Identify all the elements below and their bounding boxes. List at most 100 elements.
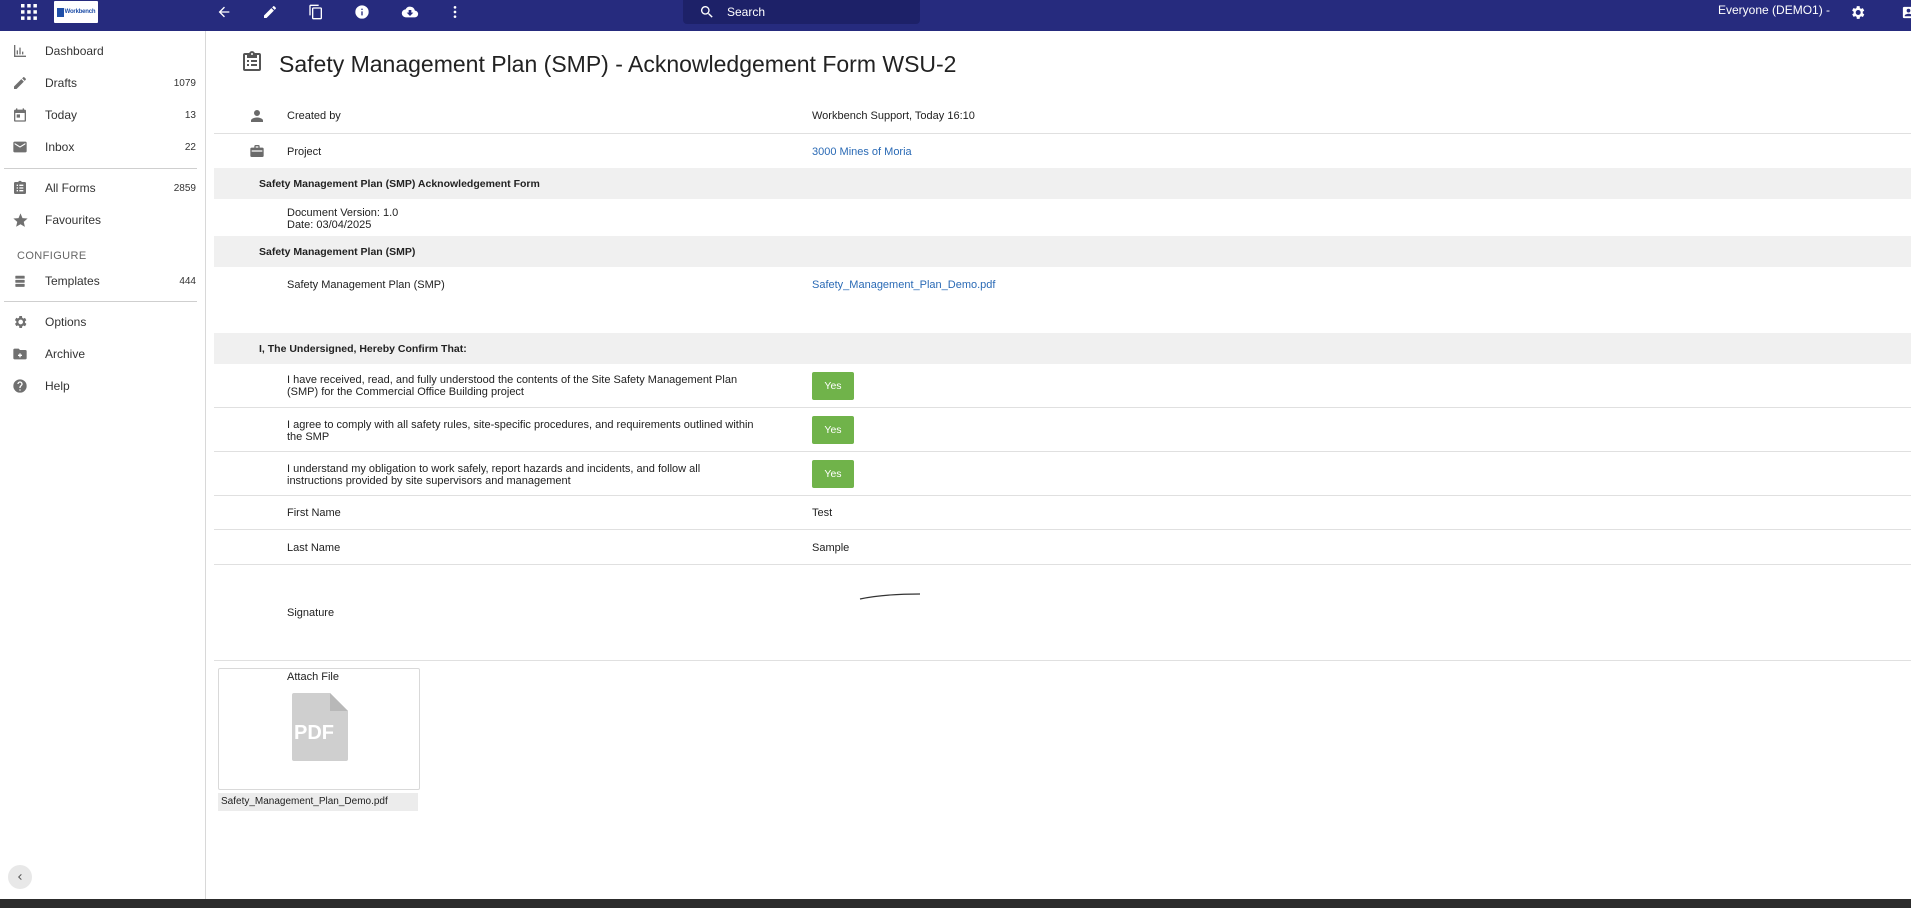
sidebar-item-help[interactable]: Help (4, 371, 202, 401)
sidebar-item-label: Today (45, 108, 78, 122)
gear-icon (4, 314, 36, 330)
chevron-left-icon (18, 874, 22, 880)
account-box-icon[interactable] (1896, 0, 1911, 24)
sidebar-item-label: Favourites (45, 213, 102, 227)
confirmation-text: I have received, read, and fully underst… (287, 374, 738, 386)
search-bar[interactable]: Search (683, 0, 920, 24)
confirmation-text: I agree to comply with all safety rules,… (287, 419, 754, 431)
sidebar-item-label: Dashboard (45, 44, 104, 58)
signature-image (859, 593, 921, 600)
chart-icon (4, 43, 36, 59)
sidebar-divider (4, 301, 197, 302)
pdf-file-icon: PDF (292, 693, 348, 761)
smp-file-link[interactable]: Safety_Management_Plan_Demo.pdf (812, 279, 995, 291)
created-by-label: Created by (287, 110, 341, 122)
confirmation-row: I understand my obligation to work safel… (214, 452, 1911, 496)
first-name-label: First Name (287, 507, 341, 519)
section-header: Safety Management Plan (SMP) (214, 236, 1911, 267)
last-name-value: Sample (812, 542, 850, 554)
configure-heading: CONFIGURE (17, 250, 87, 262)
form-view: Safety Management Plan (SMP) - Acknowled… (214, 31, 1911, 899)
signature-row: Signature (214, 565, 1911, 661)
sidebar-item-today[interactable]: Today 13 (4, 100, 202, 130)
info-icon[interactable] (350, 0, 374, 24)
top-app-bar: Workbench Search Everyone (DEMO1) - (0, 0, 1911, 31)
briefcase-icon (248, 134, 266, 167)
confirmation-text: the SMP (287, 431, 330, 443)
confirmation-row: I have received, read, and fully underst… (214, 364, 1911, 408)
last-name-row: Last Name Sample (214, 530, 1911, 565)
templates-stack-icon (4, 273, 36, 289)
sidebar-item-count: 22 (184, 141, 196, 153)
section-heading: I, The Undersigned, Hereby Confirm That: (259, 343, 467, 355)
section-header: Safety Management Plan (SMP) Acknowledge… (214, 168, 1911, 199)
calendar-icon (4, 107, 36, 123)
sidebar-item-archive[interactable]: Archive (4, 339, 202, 369)
apps-grid-icon[interactable] (17, 0, 41, 24)
sidebar-item-inbox[interactable]: Inbox 22 (4, 132, 202, 162)
sidebar-item-count: 13 (184, 109, 196, 121)
person-icon (248, 98, 266, 133)
yes-button[interactable]: Yes (812, 460, 854, 488)
confirmation-text: (SMP) for the Commercial Office Building… (287, 386, 524, 398)
sidebar-item-favourites[interactable]: Favourites (4, 205, 202, 235)
last-name-label: Last Name (287, 542, 341, 554)
attachment-thumbnail[interactable]: PDF (218, 668, 420, 790)
confirmation-text: instructions provided by site supervisor… (287, 475, 571, 487)
sidebar-item-dashboard[interactable]: Dashboard (4, 36, 202, 66)
back-arrow-icon[interactable] (212, 0, 236, 24)
sidebar-item-count: 1079 (173, 77, 196, 89)
more-vert-icon[interactable] (443, 0, 467, 24)
confirmation-row: I agree to comply with all safety rules,… (214, 408, 1911, 452)
star-icon (4, 212, 36, 229)
document-version: Document Version: 1.0 (287, 207, 399, 219)
edit-pencil-icon[interactable] (258, 0, 282, 24)
project-link[interactable]: 3000 Mines of Moria (812, 146, 912, 158)
logo-mark (56, 7, 64, 17)
first-name-value: Test (812, 507, 833, 519)
logo-text: Workbench (64, 9, 96, 15)
smp-label: Safety Management Plan (SMP) (287, 279, 445, 291)
archive-box-icon (4, 346, 36, 362)
document-date: Date: 03/04/2025 (287, 219, 372, 231)
created-by-value: Workbench Support, Today 16:10 (812, 110, 975, 122)
mail-icon (4, 139, 36, 155)
copy-icon[interactable] (304, 0, 328, 24)
sidebar-item-drafts[interactable]: Drafts 1079 (4, 68, 202, 98)
sidebar-item-label: Templates (45, 274, 100, 288)
sidebar-item-options[interactable]: Options (4, 307, 202, 337)
sidebar-item-label: Archive (45, 347, 86, 361)
clipboard-list-icon (240, 48, 264, 81)
sidebar-item-count: 2859 (173, 182, 196, 194)
document-info-row: Document Version: 1.0 Date: 03/04/2025 (214, 199, 1911, 235)
sidebar-item-label: Help (45, 379, 70, 393)
sidebar-item-templates[interactable]: Templates 444 (4, 266, 202, 296)
sidebar-item-label: Drafts (45, 76, 78, 90)
app-logo[interactable]: Workbench (54, 1, 98, 23)
yes-button[interactable]: Yes (812, 372, 854, 400)
smp-document-row: Safety Management Plan (SMP) Safety_Mana… (214, 267, 1911, 302)
sidebar-item-label: Inbox (45, 140, 75, 154)
sidebar: Dashboard Drafts 1079 Today 13 Inbox 22 … (0, 31, 206, 899)
section-header: I, The Undersigned, Hereby Confirm That: (214, 333, 1911, 364)
attach-file-row: Attach File (214, 661, 1911, 691)
yes-button[interactable]: Yes (812, 416, 854, 444)
signature-label: Signature (287, 607, 335, 619)
clipboard-list-icon (4, 180, 36, 196)
gear-icon[interactable] (1845, 0, 1869, 24)
sidebar-item-all-forms[interactable]: All Forms 2859 (4, 173, 202, 203)
collapse-sidebar-button[interactable] (8, 865, 32, 889)
project-row: Project 3000 Mines of Moria (214, 134, 1911, 167)
cloud-download-icon[interactable] (398, 0, 422, 24)
sidebar-item-count: 444 (179, 275, 196, 287)
sidebar-item-label: Options (45, 315, 87, 329)
confirmation-text: I understand my obligation to work safel… (287, 463, 701, 475)
org-selector[interactable]: Everyone (DEMO1) - (1718, 3, 1830, 17)
created-by-row: Created by Workbench Support, Today 16:1… (214, 98, 1911, 134)
page-title: Safety Management Plan (SMP) - Acknowled… (279, 51, 957, 77)
pencil-icon (4, 75, 36, 91)
attachment-filename[interactable]: Safety_Management_Plan_Demo.pdf (218, 793, 418, 811)
section-heading: Safety Management Plan (SMP) Acknowledge… (259, 178, 540, 190)
taskbar-strip (0, 899, 1911, 908)
search-placeholder: Search (727, 5, 766, 19)
